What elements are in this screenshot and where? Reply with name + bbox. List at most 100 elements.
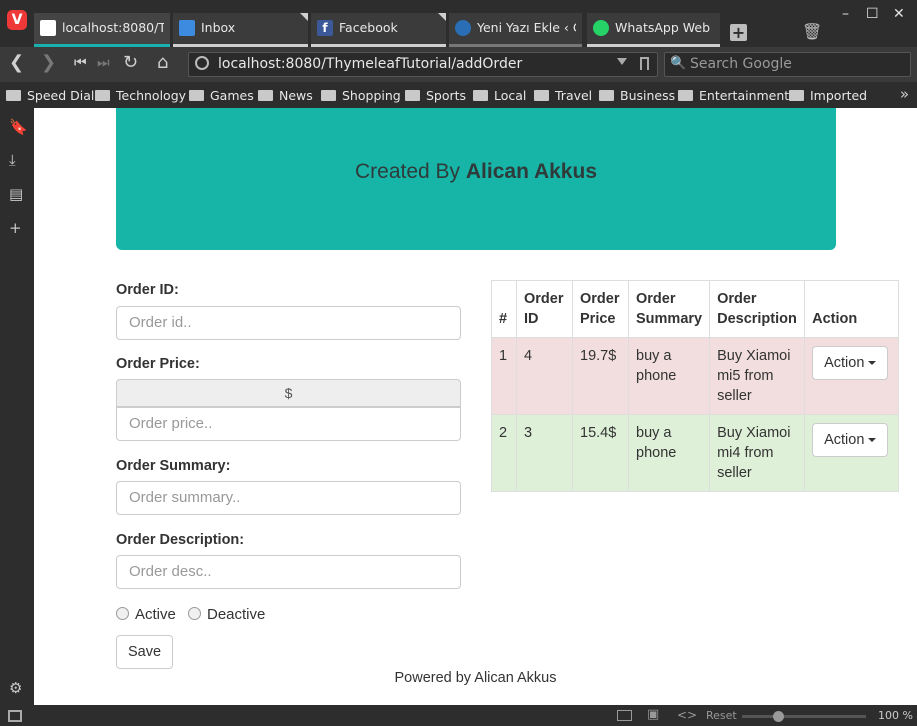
bookmark-label: News bbox=[279, 88, 313, 103]
bookmark-shopping[interactable]: Shopping bbox=[321, 88, 401, 103]
trash-icon[interactable]: 🗑 bbox=[802, 22, 822, 41]
address-field[interactable]: localhost:8080/ThymeleafTutorial/addOrde… bbox=[188, 52, 658, 77]
bookmark-local[interactable]: Local bbox=[473, 88, 526, 103]
column-header: Order Description bbox=[709, 280, 806, 338]
order-id-input[interactable]: Order id.. bbox=[116, 306, 461, 340]
folder-icon bbox=[95, 90, 110, 101]
bookmark-label: Technology bbox=[116, 88, 187, 103]
bookmarks-bar: Speed Dial Technology Games News Shoppin… bbox=[0, 82, 917, 108]
status-bar: ▣ <> Reset 100 % bbox=[0, 705, 917, 726]
mail-icon bbox=[179, 20, 195, 36]
double-chevron-right-icon[interactable]: » bbox=[900, 85, 909, 103]
bookmark-icon[interactable] bbox=[640, 57, 649, 70]
folder-icon bbox=[405, 90, 420, 101]
bookmark-entertainment[interactable]: Entertainment bbox=[678, 88, 789, 103]
caret-down-icon bbox=[868, 361, 877, 365]
action-label: Action bbox=[824, 432, 865, 448]
search-input[interactable]: 🔍 Search Google bbox=[664, 52, 911, 77]
folder-icon bbox=[189, 90, 204, 101]
save-button[interactable]: Save bbox=[116, 635, 173, 669]
code-icon[interactable]: <> bbox=[677, 708, 697, 722]
currency-addon: $ bbox=[116, 379, 461, 407]
radio-deactive[interactable]: Deactive bbox=[188, 606, 265, 623]
folder-icon bbox=[258, 90, 273, 101]
reload-icon[interactable]: ↻ bbox=[123, 52, 138, 73]
order-summary-input[interactable]: Order summary.. bbox=[116, 481, 461, 515]
new-tab-button[interactable]: + bbox=[730, 24, 747, 41]
tab-localhost[interactable]: localhost:8080/Thy bbox=[34, 13, 170, 47]
tab-inbox[interactable]: Inbox bbox=[173, 13, 308, 47]
cell-order-id: 3 bbox=[516, 414, 573, 492]
cell-order-price: 15.4$ bbox=[572, 414, 629, 492]
folder-icon bbox=[534, 90, 549, 101]
bookmark-label: Business bbox=[620, 88, 676, 103]
cell-order-price: 19.7$ bbox=[572, 337, 629, 415]
globe-icon bbox=[195, 56, 209, 70]
radio-circle[interactable] bbox=[116, 607, 129, 620]
bookmark-label: Sports bbox=[426, 88, 467, 103]
fast-forward-icon[interactable]: ⏭ bbox=[97, 55, 110, 71]
folder-icon bbox=[678, 90, 693, 101]
radio-active[interactable]: Active bbox=[116, 606, 176, 623]
whatsapp-icon bbox=[593, 20, 609, 36]
image-icon[interactable]: ▣ bbox=[647, 707, 659, 722]
title-prefix: Created By bbox=[355, 160, 466, 183]
bookmarks-panel-icon[interactable]: 🔖 bbox=[9, 118, 28, 136]
tab-wordpress[interactable]: Yeni Yazı Ekle ‹ Çay bbox=[449, 13, 582, 47]
order-description-input[interactable]: Order desc.. bbox=[116, 555, 461, 589]
forward-icon[interactable]: ❯ bbox=[41, 52, 56, 73]
bookmark-travel[interactable]: Travel bbox=[534, 88, 592, 103]
reset-zoom-button[interactable]: Reset bbox=[706, 709, 737, 722]
cell-num: 1 bbox=[491, 337, 517, 415]
zoom-slider[interactable] bbox=[742, 711, 866, 722]
window-icon[interactable] bbox=[617, 710, 632, 721]
bookmark-imported[interactable]: Imported bbox=[789, 88, 867, 103]
order-description-label: Order Description: bbox=[116, 532, 245, 548]
tab-title: Inbox bbox=[201, 20, 236, 35]
bookmark-label: Shopping bbox=[342, 88, 401, 103]
bookmark-technology[interactable]: Technology bbox=[95, 88, 186, 103]
maximize-icon[interactable]: ☐ bbox=[866, 6, 879, 22]
tab-corner-marker bbox=[300, 13, 308, 21]
vivaldi-logo-icon[interactable]: V bbox=[7, 10, 27, 30]
cell-order-id: 4 bbox=[516, 337, 573, 415]
page-footer: Powered by Alican Akkus bbox=[34, 670, 917, 686]
notes-icon[interactable]: ▤ bbox=[9, 185, 23, 203]
bookmark-sports[interactable]: Sports bbox=[405, 88, 466, 103]
minimize-icon[interactable]: – bbox=[842, 6, 849, 22]
bookmark-label: Imported bbox=[810, 88, 868, 103]
rewind-icon[interactable]: ⏮ bbox=[74, 55, 87, 71]
address-toolbar: ❮ ❯ ⏮ ⏭ ↻ ⌂ localhost:8080/ThymeleafTuto… bbox=[0, 47, 917, 82]
close-icon[interactable]: ✕ bbox=[893, 6, 905, 22]
bookmark-business[interactable]: Business bbox=[599, 88, 675, 103]
bookmark-speed-dial[interactable]: Speed Dial bbox=[6, 88, 94, 103]
bookmark-news[interactable]: News bbox=[258, 88, 313, 103]
gear-icon[interactable]: ⚙ bbox=[9, 679, 22, 697]
tab-title: Yeni Yazı Ekle ‹ Çay bbox=[477, 20, 576, 35]
column-header: Action bbox=[804, 280, 899, 338]
author-name: Alican Akkus bbox=[465, 160, 597, 183]
tab-whatsapp[interactable]: WhatsApp Web bbox=[587, 13, 720, 47]
blank-page-icon bbox=[40, 20, 56, 36]
action-dropdown-button[interactable]: Action bbox=[812, 346, 889, 380]
url-text: localhost:8080/ThymeleafTutorial/addOrde… bbox=[218, 56, 523, 72]
home-icon[interactable]: ⌂ bbox=[157, 52, 168, 73]
add-panel-icon[interactable]: + bbox=[9, 219, 22, 237]
zoom-slider-handle[interactable] bbox=[772, 711, 784, 722]
tab-facebook[interactable]: f Facebook bbox=[311, 13, 446, 47]
chevron-down-icon[interactable] bbox=[617, 58, 627, 65]
cell-order-description: Buy Xiamoi mi5 from seller bbox=[709, 337, 806, 415]
folder-icon bbox=[321, 90, 336, 101]
side-panel: 🔖 ⤓ ▤ + ⚙ bbox=[0, 108, 34, 705]
bookmark-games[interactable]: Games bbox=[189, 88, 254, 103]
order-price-input[interactable]: Order price.. bbox=[116, 407, 461, 441]
downloads-icon[interactable]: ⤓ bbox=[9, 151, 16, 169]
cell-order-summary: buy a phone bbox=[627, 337, 711, 415]
panel-toggle-icon[interactable] bbox=[8, 710, 22, 722]
search-placeholder: Search Google bbox=[690, 56, 792, 72]
table-header-row: # Order ID Order Price Order Summary Ord… bbox=[491, 280, 899, 338]
back-icon[interactable]: ❮ bbox=[9, 52, 24, 73]
wordpress-icon bbox=[455, 20, 471, 36]
radio-circle[interactable] bbox=[188, 607, 201, 620]
action-dropdown-button[interactable]: Action bbox=[812, 423, 889, 457]
